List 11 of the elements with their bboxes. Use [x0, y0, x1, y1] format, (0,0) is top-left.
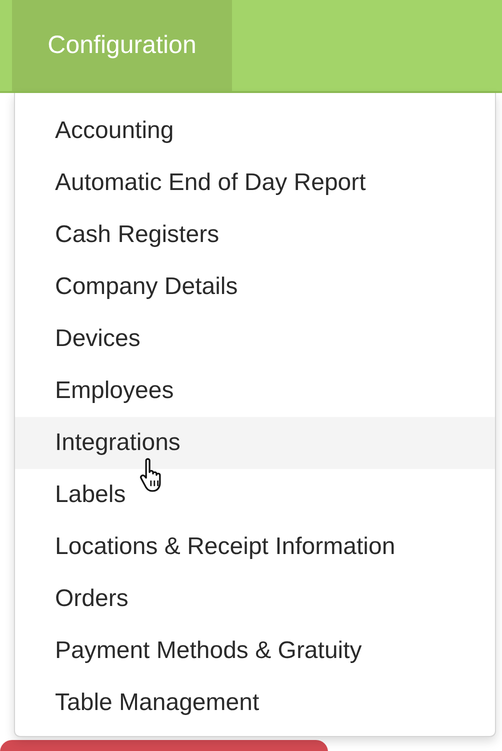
menu-item[interactable]: Accounting — [15, 105, 495, 157]
menu-item[interactable]: Payment Methods & Gratuity — [15, 625, 495, 677]
menu-item[interactable]: Table Management — [15, 677, 495, 729]
menu-item[interactable]: Orders — [15, 573, 495, 625]
menu-item[interactable]: Locations & Receipt Information — [15, 521, 495, 573]
menu-item[interactable]: Company Details — [15, 261, 495, 313]
menu-item[interactable]: Employees — [15, 365, 495, 417]
menu-item[interactable]: Devices — [15, 313, 495, 365]
menu-item[interactable]: Labels — [15, 469, 495, 521]
menu-item[interactable]: Cash Registers — [15, 209, 495, 261]
menu-item[interactable]: Automatic End of Day Report — [15, 157, 495, 209]
